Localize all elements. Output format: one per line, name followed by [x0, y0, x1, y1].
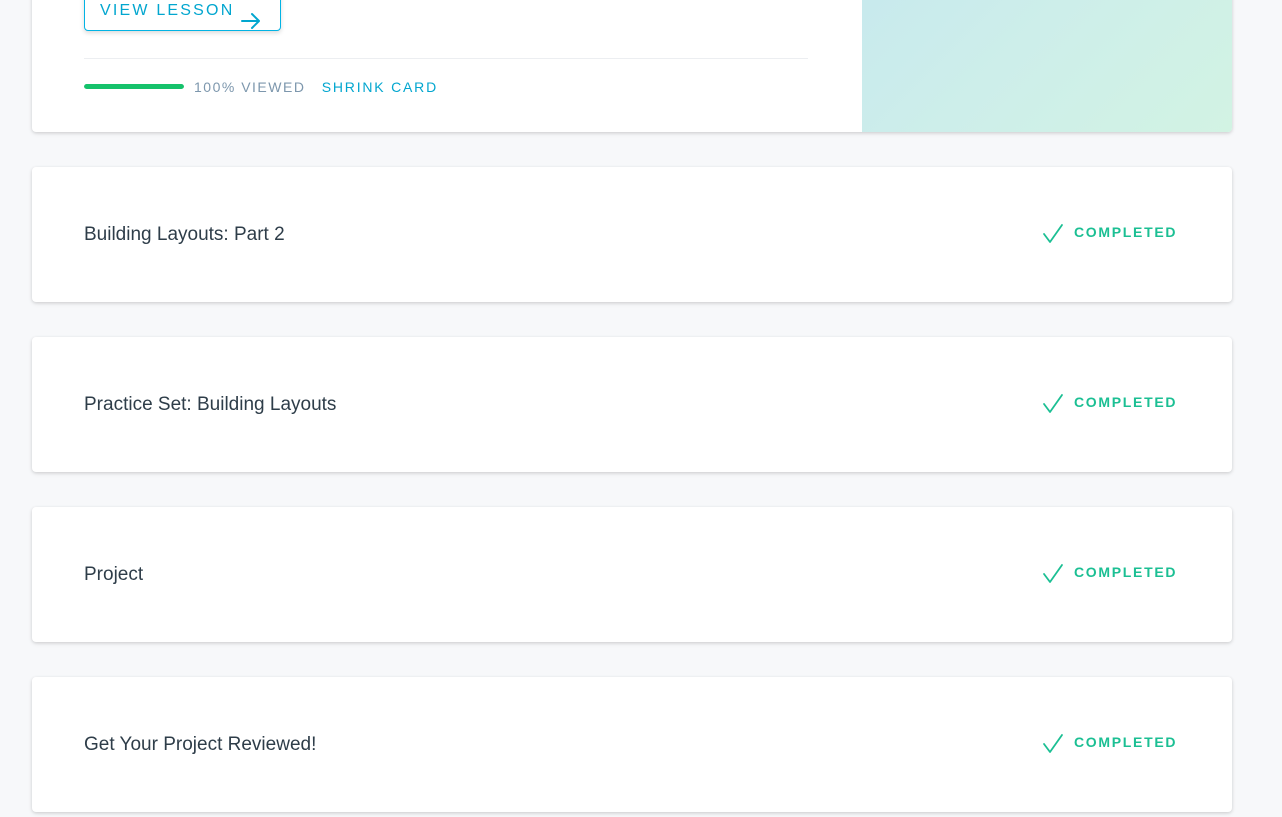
shrink-card-button[interactable]: SHRINK CARD: [322, 80, 438, 95]
lesson-preview-image: [862, 0, 1232, 132]
check-icon: [1043, 224, 1063, 243]
lesson-title: Get Your Project Reviewed!: [84, 734, 317, 755]
status-label: COMPLETED: [1074, 564, 1178, 580]
status-badge: COMPLETED: [1042, 393, 1177, 415]
lesson-title: Building Layouts: Part 2: [84, 224, 285, 245]
lesson-card[interactable]: Get Your Project Reviewed! COMPLETED: [32, 677, 1232, 812]
status-label: COMPLETED: [1074, 224, 1178, 240]
lesson-card[interactable]: Building Layouts: Part 2 COMPLETED: [32, 167, 1232, 302]
status-badge: COMPLETED: [1042, 223, 1177, 245]
lesson-title: Practice Set: Building Layouts: [84, 394, 337, 415]
progress-bar: [84, 84, 184, 89]
lesson-card[interactable]: Project COMPLETED: [32, 507, 1232, 642]
lesson-card[interactable]: Practice Set: Building Layouts COMPLETED: [32, 337, 1232, 472]
card-divider: [84, 58, 808, 59]
check-icon: [1043, 394, 1063, 413]
view-lesson-button[interactable]: VIEW LESSON: [84, 0, 281, 31]
status-badge: COMPLETED: [1042, 733, 1177, 755]
expanded-lesson-card: VIEW LESSON 100% VIEWED SHRINK CARD: [32, 0, 1232, 132]
expanded-card-body: VIEW LESSON 100% VIEWED SHRINK CARD: [32, 0, 862, 132]
status-label: COMPLETED: [1074, 734, 1178, 750]
status-badge: COMPLETED: [1042, 563, 1177, 585]
view-lesson-label: VIEW LESSON: [100, 1, 235, 19]
check-icon: [1043, 564, 1063, 583]
status-label: COMPLETED: [1074, 394, 1178, 410]
arrow-right-icon: [241, 13, 260, 29]
lesson-title: Project: [84, 564, 144, 585]
progress-bar-fill: [84, 84, 184, 89]
viewed-percentage-label: 100% VIEWED: [194, 79, 306, 95]
check-icon: [1043, 734, 1063, 753]
